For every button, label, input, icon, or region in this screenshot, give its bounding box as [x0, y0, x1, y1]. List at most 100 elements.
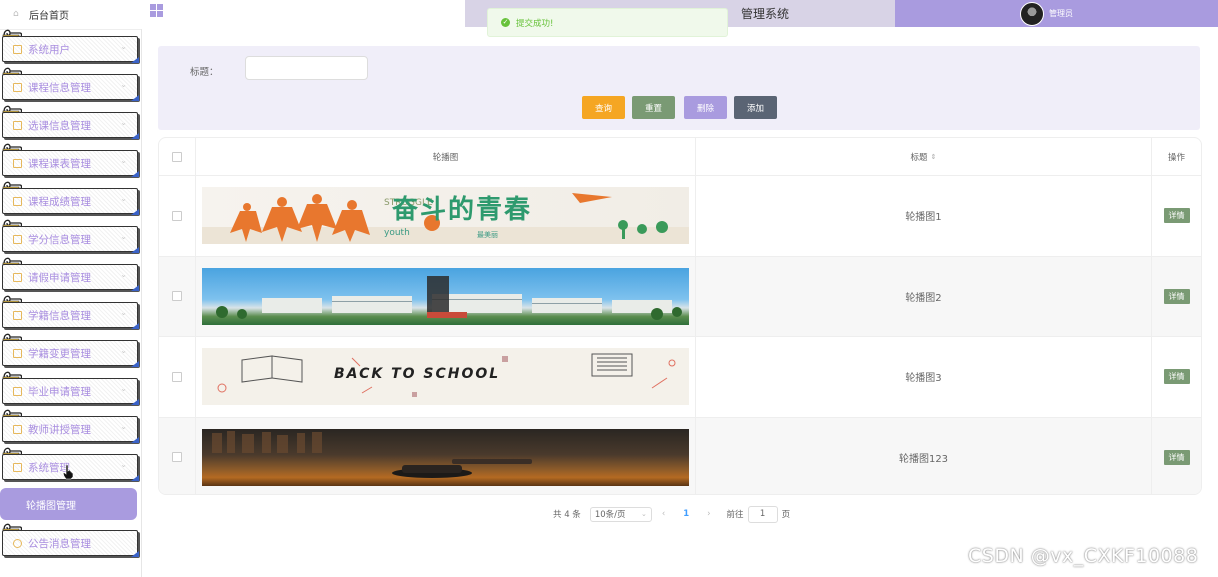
header-actions: 操作 [1152, 138, 1201, 175]
menu-item-label: 选课信息管理 [28, 119, 91, 132]
sidebar-home[interactable]: ⌂ 后台首页 [0, 0, 141, 30]
doc-icon [13, 424, 22, 434]
sidebar-menu-item[interactable]: 学籍变更管理 ⌄ [0, 333, 141, 372]
header-image-label: 轮播图 [432, 152, 459, 163]
menu-item-box[interactable]: 学籍变更管理 ⌄ [2, 340, 139, 367]
page-number-current[interactable]: 1 [683, 509, 689, 519]
corner-decoration [131, 475, 139, 481]
menu-item-label: 学籍变更管理 [28, 347, 91, 360]
doc-icon [13, 386, 22, 396]
success-toast: ✓ 提交成功! [487, 8, 728, 37]
reset-button[interactable]: 重置 [632, 96, 675, 119]
menu-item-label: 学分信息管理 [28, 233, 91, 246]
prev-page-icon[interactable]: ‹ [662, 509, 665, 519]
add-button[interactable]: 添加 [734, 96, 777, 119]
chevron-down-icon: ⌄ [120, 42, 127, 51]
sidebar-item-carousel-management[interactable]: 轮播图管理 [0, 488, 137, 520]
goto-label: 前往 [726, 510, 744, 520]
row-checkbox[interactable] [172, 291, 182, 302]
query-button[interactable]: 查询 [582, 96, 625, 119]
chevron-down-icon: ⌄ [120, 270, 127, 279]
hand-cursor-icon [62, 464, 74, 480]
user-area[interactable]: 管理员 [895, 0, 1218, 27]
menu-item-box[interactable]: 学籍信息管理 ⌄ [2, 302, 139, 329]
menu-item-label: 毕业申请管理 [28, 385, 91, 398]
doc-icon [13, 234, 22, 244]
system-title: 管理系统 [740, 7, 789, 21]
menu-item-box[interactable]: 请假申请管理 ⌄ [2, 264, 139, 291]
row-title: 轮播图3 [905, 373, 942, 385]
image-cell [196, 417, 696, 494]
sidebar-menu-item[interactable]: 选课信息管理 ⌄ [0, 105, 141, 144]
detail-button[interactable]: 详情 [1163, 449, 1190, 465]
sort-icon[interactable]: ⇕ [931, 153, 937, 161]
title-cell: 轮播图123 [696, 417, 1152, 494]
select-all-checkbox[interactable] [172, 151, 182, 162]
info-icon [13, 538, 22, 548]
username: 管理员 [1049, 9, 1073, 18]
image-cell: BACK TO SCHOOL [196, 337, 696, 417]
title-cell: 轮播图3 [696, 337, 1152, 417]
row-checkbox[interactable] [172, 371, 182, 382]
next-page-icon[interactable]: › [707, 509, 710, 519]
sidebar-menu-item[interactable]: 请假申请管理 ⌄ [0, 257, 141, 296]
menu-item-box[interactable]: 毕业申请管理 ⌄ [2, 378, 139, 405]
menu-item-box[interactable]: 学分信息管理 ⌄ [2, 226, 139, 253]
chevron-down-icon: ⌄ [120, 156, 127, 165]
page-size-select[interactable]: 10条/页 ⌄ [589, 506, 652, 522]
menu-item-label: 公告消息管理 [28, 537, 91, 550]
banner-3-text: BACK TO SCHOOL [334, 366, 501, 383]
doc-icon [13, 196, 22, 206]
banner-1-text: 奋斗的青春 [392, 195, 533, 226]
sidebar-menu-item[interactable]: 学籍信息管理 ⌄ [0, 295, 141, 334]
table-row: BACK TO SCHOOL 轮播图3 详情 [159, 337, 1201, 418]
chevron-down-icon: ⌄ [120, 118, 127, 127]
menu-item-label: 系统用户 [28, 43, 70, 56]
sidebar-menu-item[interactable]: 系统用户 ⌄ [0, 29, 141, 68]
detail-button[interactable]: 详情 [1163, 288, 1190, 304]
doc-icon [13, 272, 22, 282]
menu-item-label: 请假申请管理 [28, 271, 91, 284]
delete-button[interactable]: 删除 [684, 96, 727, 119]
detail-button[interactable]: 详情 [1163, 369, 1190, 385]
chevron-down-icon: ⌄ [120, 384, 127, 393]
sidebar-menu-item[interactable]: 教师讲授管理 ⌄ [0, 409, 141, 448]
menu-item-box[interactable]: 课程信息管理 ⌄ [2, 74, 139, 101]
sidebar-menu-item[interactable]: 毕业申请管理 ⌄ [0, 371, 141, 410]
chevron-down-icon: ⌄ [120, 194, 127, 203]
row-checkbox[interactable] [172, 210, 182, 221]
sidebar-menu-item[interactable]: 学分信息管理 ⌄ [0, 219, 141, 258]
sidebar-menu-item[interactable]: 课程课表管理 ⌄ [0, 143, 141, 182]
row-checkbox[interactable] [172, 452, 182, 463]
sidebar-menu-item[interactable]: 课程成绩管理 ⌄ [0, 181, 141, 220]
sidebar-menu-item[interactable]: 公告消息管理 [0, 523, 141, 562]
row-title: 轮播图2 [905, 292, 942, 304]
header-image: 轮播图 [196, 138, 696, 175]
chevron-down-icon: ⌄ [120, 80, 127, 89]
sidebar-menu: 系统用户 ⌄ 课程信息管理 ⌄ 选课信息管理 ⌄ 课程课表管理 ⌄ 课程成绩管理 ⌄ 学分信息管理 ⌄… [0, 29, 141, 562]
corner-decoration [131, 95, 139, 101]
menu-item-box[interactable]: 公告消息管理 [2, 530, 139, 557]
corner-decoration [131, 323, 139, 329]
corner-decoration [131, 247, 139, 253]
goto-page-input[interactable]: 1 [747, 505, 778, 523]
corner-decoration [131, 399, 139, 405]
menu-item-box[interactable]: 教师讲授管理 ⌄ [2, 416, 139, 443]
menu-item-box[interactable]: 系统用户 ⌄ [2, 36, 139, 63]
pagination: 共 4 条 10条/页 ⌄ ‹ 1 › 前往 1 页 [553, 505, 791, 523]
image-cell: STRUGGLE youth 最美丽 奋斗的青春 [196, 176, 696, 256]
doc-icon [13, 348, 22, 358]
goto-value: 1 [759, 509, 766, 519]
page-suffix: 页 [781, 510, 791, 520]
title-search-input[interactable] [245, 56, 368, 80]
menu-item-box[interactable]: 课程课表管理 ⌄ [2, 150, 139, 177]
watermark: CSDN @vx_CXKF10088 [968, 545, 1199, 567]
detail-button[interactable]: 详情 [1163, 208, 1190, 224]
menu-toggle-icon[interactable] [150, 4, 163, 17]
sidebar-menu-item[interactable]: 课程信息管理 ⌄ [0, 67, 141, 106]
avatar[interactable] [1020, 1, 1044, 26]
menu-item-box[interactable]: 课程成绩管理 ⌄ [2, 188, 139, 215]
menu-item-box[interactable]: 选课信息管理 ⌄ [2, 112, 139, 139]
header-title[interactable]: 标题 ⇕ [696, 138, 1152, 175]
sidebar: ⌂ 后台首页 系统用户 ⌄ 课程信息管理 ⌄ 选课信息管理 ⌄ 课程课表管理 ⌄ 课程成绩管理 ⌄… [0, 0, 142, 577]
